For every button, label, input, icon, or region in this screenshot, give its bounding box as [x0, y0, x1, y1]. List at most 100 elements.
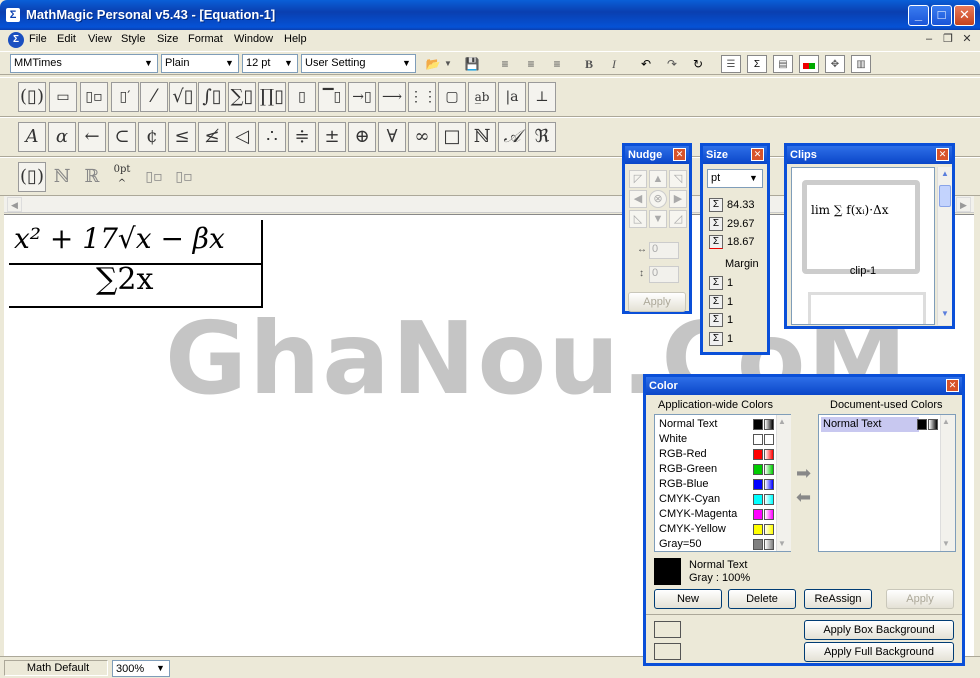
menu-format[interactable]: Format [188, 33, 223, 45]
box-background-swatch[interactable] [654, 621, 681, 638]
zoom-select[interactable]: 300% ▼ [112, 660, 170, 677]
bold-icon[interactable]: B [579, 55, 599, 73]
underarrow-template-icon[interactable]: ⟶ [378, 82, 406, 112]
menu-style[interactable]: Style [121, 33, 145, 45]
nudge-up-icon[interactable]: ▲ [649, 170, 667, 188]
size-unit-select[interactable]: pt ▼ [707, 169, 763, 188]
square-symbol-icon[interactable]: □ [438, 122, 466, 152]
open-folder-icon[interactable]: 📂 [423, 55, 443, 73]
nudge-down-icon[interactable]: ▼ [649, 210, 667, 228]
cent-symbol-icon[interactable]: ¢ [138, 122, 166, 152]
not-leq-symbol-icon[interactable]: ≰ [198, 122, 226, 152]
overarrow-template-icon[interactable]: →▯ [348, 82, 376, 112]
doc-colors-scrollbar[interactable]: ▲ ▼ [940, 415, 955, 551]
nudge-right-icon[interactable]: ▶ [669, 190, 687, 208]
scroll-up-icon[interactable]: ▲ [939, 169, 951, 181]
infinity-symbol-icon[interactable]: ∞ [408, 122, 436, 152]
horizontal-offset-input[interactable]: 0 [649, 242, 679, 259]
menu-view[interactable]: View [88, 33, 112, 45]
minimize-button[interactable]: _ [908, 5, 929, 26]
scroll-down-icon[interactable]: ▼ [942, 539, 950, 548]
app-colors-scrollbar[interactable]: ▲ ▼ [776, 415, 791, 551]
blackboard-r-custom-icon[interactable]: ℝ [78, 162, 106, 192]
apply-full-background-button[interactable]: Apply Full Background [804, 642, 954, 662]
fraktur-r-symbol-icon[interactable]: ℜ [528, 122, 556, 152]
zero-pt-space-icon[interactable]: 0pt ^ [108, 162, 136, 192]
parentheses-template-icon[interactable]: (▯) [18, 82, 46, 112]
margin-right-value[interactable]: 1 [727, 314, 733, 326]
margin-left-value[interactable]: 1 [727, 296, 733, 308]
chevron-down-icon[interactable]: ▼ [222, 56, 237, 71]
list-view-icon[interactable]: ☰ [721, 55, 741, 73]
italic-icon[interactable]: I [604, 55, 624, 73]
clips-scrollbar[interactable]: ▲ ▼ [937, 167, 952, 325]
margin-bottom-value[interactable]: 1 [727, 333, 733, 345]
prime-template-icon[interactable]: ▯′ [111, 82, 139, 112]
sigma-panel-icon[interactable]: Σ [747, 55, 767, 73]
doc-colors-list[interactable]: Normal Text [818, 414, 956, 552]
close-button[interactable]: ✕ [954, 5, 975, 26]
menu-file[interactable]: File [29, 33, 47, 45]
font-select[interactable]: MMTimes ▼ [10, 54, 158, 73]
chevron-down-icon[interactable]: ▼ [281, 56, 296, 71]
align-left-icon[interactable]: ≡ [495, 55, 515, 73]
menu-help[interactable]: Help [284, 33, 307, 45]
arrow-right-icon[interactable]: ➡ [796, 463, 811, 484]
chevron-down-icon[interactable]: ▼ [153, 661, 168, 676]
clips-panel-icon[interactable]: ▤ [773, 55, 793, 73]
arrow-left-icon[interactable]: ⬅ [796, 487, 811, 508]
script-a-symbol-icon[interactable]: 𝒜 [498, 122, 526, 152]
menu-edit[interactable]: Edit [57, 33, 76, 45]
color-list-item[interactable]: Normal Text [821, 417, 919, 432]
menu-size[interactable]: Size [157, 33, 178, 45]
greek-symbol-icon[interactable]: α [48, 122, 76, 152]
scroll-up-icon[interactable]: ▲ [942, 417, 950, 426]
matrix-template-icon[interactable]: ⋮⋮ [408, 82, 437, 112]
subset-symbol-icon[interactable]: ⊂ [108, 122, 136, 152]
nudge-reset-icon[interactable]: ⊗ [649, 190, 667, 208]
align-center-icon[interactable]: ≡ [521, 55, 541, 73]
blackboard-n-custom-icon[interactable]: ℕ [48, 162, 76, 192]
nudge-panel-icon[interactable]: ✥ [825, 55, 845, 73]
nudge-up-right-icon[interactable]: ◹ [669, 170, 687, 188]
redo-icon[interactable]: ↷ [662, 55, 682, 73]
reassign-color-button[interactable]: ReAssign [804, 589, 872, 609]
over-template-icon[interactable]: ▯ [288, 82, 316, 112]
document-icon[interactable]: Σ [8, 32, 24, 48]
nudge-apply-button[interactable]: Apply [628, 292, 686, 312]
scroll-thumb[interactable] [939, 185, 951, 207]
close-icon[interactable]: ✕ [751, 148, 764, 161]
circled-plus-symbol-icon[interactable]: ⊕ [348, 122, 376, 152]
maximize-button[interactable]: □ [931, 5, 952, 26]
sum-template-icon[interactable]: ∑▯ [228, 82, 256, 112]
equation-denominator[interactable]: ∑2x [96, 262, 153, 297]
stack-template-icon[interactable]: a̲b [468, 82, 496, 112]
label-template-icon[interactable]: |a [498, 82, 526, 112]
apply-box-background-button[interactable]: Apply Box Background [804, 620, 954, 640]
spacing-select[interactable]: User Setting ▼ [301, 54, 416, 73]
close-icon[interactable]: ✕ [673, 148, 686, 161]
close-icon[interactable]: ✕ [946, 379, 959, 392]
superscript-custom-icon[interactable]: ▯▫ [140, 162, 168, 192]
vertical-offset-input[interactable]: 0 [649, 266, 679, 283]
scroll-left-icon[interactable]: ◀ [7, 197, 22, 212]
apply-color-button[interactable]: Apply [886, 589, 954, 609]
mathmagic-app-icon[interactable]: Σ [6, 8, 20, 22]
parentheses-custom-icon[interactable]: (▯) [18, 162, 46, 192]
size-select[interactable]: 12 pt ▼ [242, 54, 298, 73]
equation-numerator[interactable]: x² + 17√x − βx [14, 222, 225, 255]
accent-template-icon[interactable]: ⊥ [528, 82, 556, 112]
blackboard-n-symbol-icon[interactable]: ℕ [468, 122, 496, 152]
clip-item[interactable]: lim ∑ f(xᵢ)·Δx [802, 180, 920, 274]
align-right-icon[interactable]: ≡ [547, 55, 567, 73]
plus-minus-symbol-icon[interactable]: ± [318, 122, 346, 152]
style-select[interactable]: Plain ▼ [161, 54, 239, 73]
nudge-down-right-icon[interactable]: ◿ [669, 210, 687, 228]
nudge-up-left-icon[interactable]: ◸ [629, 170, 647, 188]
slash-fraction-icon[interactable]: ⁄ [140, 82, 168, 112]
chevron-down-icon[interactable]: ▼ [746, 171, 761, 186]
alphabet-symbol-icon[interactable]: A [18, 122, 46, 152]
integral-template-icon[interactable]: ∫▯ [198, 82, 226, 112]
scroll-down-icon[interactable]: ▼ [939, 309, 951, 321]
app-colors-list[interactable]: Normal Text White RGB-Red RGB-Green RGB-Blue… [654, 414, 791, 552]
